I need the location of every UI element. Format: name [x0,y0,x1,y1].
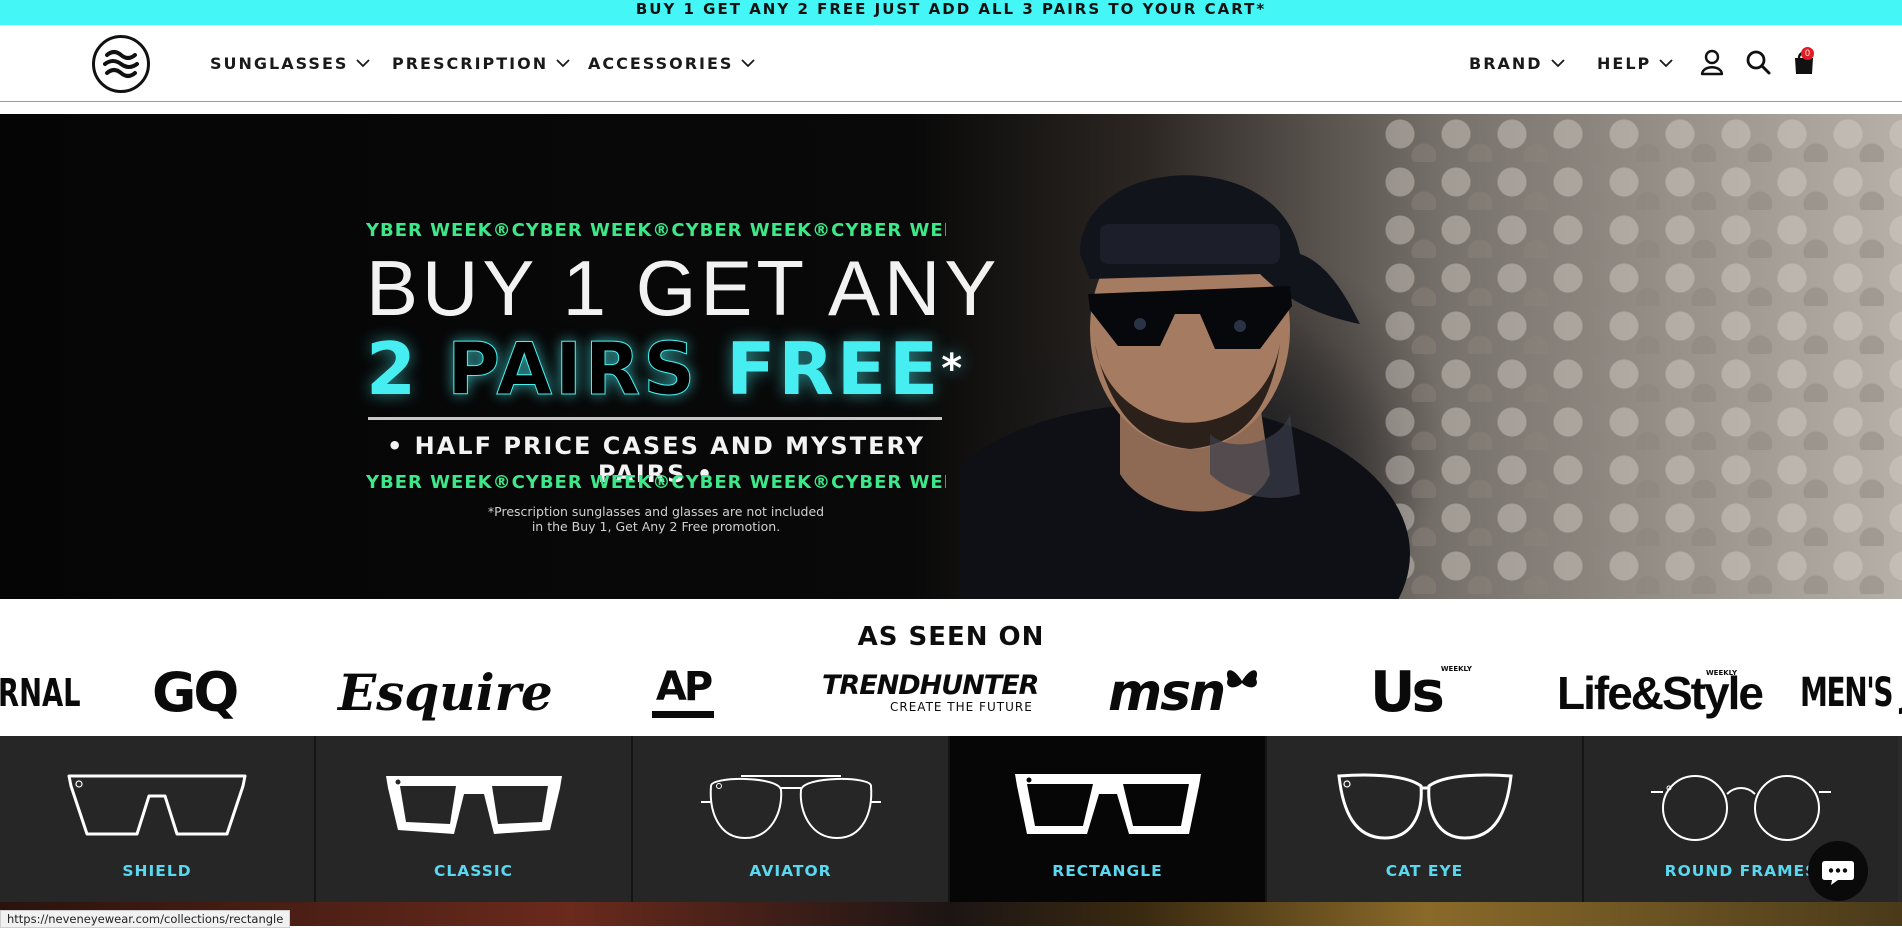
press-logo-esquire: Esquire [338,663,553,722]
press-logo-lifestyle: Life&Style WEEKLY [1557,665,1764,720]
butterfly-icon [1227,669,1258,687]
classic-glasses-icon [385,776,562,834]
hero-disclaimer: *Prescription sunglasses and glasses are… [366,504,946,534]
hero-disclaimer-line1: *Prescription sunglasses and glasses are… [487,504,825,519]
press-logo-us-text: Us [1370,660,1445,725]
hero-pairs: PAIRS [447,327,699,412]
category-label: SHIELD [122,862,192,880]
nav-sunglasses[interactable]: SUNGLASSES [210,52,371,74]
logo-waves-icon [103,50,139,78]
press-logo-msn-text: msn [1108,662,1226,723]
site-header: SUNGLASSES PRESCRIPTION ACCESSORIES BRAN… [0,25,1902,102]
press-logo-ap-bar [652,711,714,718]
category-tile-aviator[interactable]: AVIATOR [633,736,950,902]
cyber-week-marquee-top: YBER WEEK®CYBER WEEK®CYBER WEEK®CYBER WE… [366,220,946,241]
brand-logo[interactable] [92,35,150,93]
cart-count-badge: 0 [1801,47,1814,60]
nav-prescription-label: PRESCRIPTION [392,53,549,73]
hero-headline-line2: 2 PAIRS FREE* [366,324,965,414]
press-logo-us-weekly-tag: WEEKLY [1440,665,1472,673]
hero-free: FREE [726,327,942,411]
press-logo-trendhunter-text: TRENDHUNTER [822,669,1039,701]
cat-eye-glasses-icon [1336,773,1513,840]
account-icon[interactable] [1697,47,1727,77]
press-logo-mens-journal: MEN'S JO [1800,669,1902,716]
hero-divider [368,417,942,420]
chevron-down-icon [1659,58,1673,67]
press-logo-ap: AP [652,665,714,720]
nav-prescription[interactable]: PRESCRIPTION [392,52,570,74]
nav-accessories-label: ACCESSORIES [588,53,734,73]
category-label: RECTANGLE [1052,862,1163,880]
nav-brand-label: BRAND [1469,53,1543,73]
nav-help-label: HELP [1597,53,1652,73]
chevron-down-icon [1550,58,1565,67]
shield-glasses-icon [67,774,247,836]
nav-accessories[interactable]: ACCESSORIES [588,52,756,74]
hero-banner[interactable]: YBER WEEK®CYBER WEEK®CYBER WEEK®CYBER WE… [0,114,1902,599]
cyber-week-marquee-bottom: YBER WEEK®CYBER WEEK®CYBER WEEK®CYBER WE… [366,472,946,493]
press-logo-ap-text: AP [655,664,713,710]
search-icon[interactable] [1743,47,1773,77]
rectangle-glasses-icon [1014,774,1201,834]
nav-sunglasses-label: SUNGLASSES [210,53,349,73]
announcement-text: BUY 1 GET ANY 2 FREE JUST ADD ALL 3 PAIR… [635,0,1267,18]
category-label: AVIATOR [749,862,832,880]
press-logo-trendhunter: TRENDHUNTER CREATE THE FUTURE [822,665,1039,720]
aviator-glasses-icon [700,775,881,840]
chevron-down-icon [741,58,756,67]
nav-brand[interactable]: BRAND [1469,52,1565,74]
category-tile-shield[interactable]: SHIELD [0,736,316,902]
press-logo-gq: GQ [152,661,239,724]
hero-asterisk: * [941,346,966,392]
round-frames-glasses-icon [1651,775,1831,841]
frame-category-strip: SHIELD CLASSIC AVIATOR RECTANGLE CAT EYE… [0,736,1902,902]
press-logo-us-weekly: Us WEEKLY [1370,660,1472,725]
nav-help[interactable]: HELP [1597,52,1673,74]
category-label: CAT EYE [1385,862,1464,880]
status-bar-url: https://neveneyewear.com/collections/rec… [0,910,291,928]
press-logo-lifestyle-weekly-tag: WEEKLY [1705,669,1738,677]
hero-headline-line1: BUY 1 GET ANY [366,244,1001,332]
press-logo-trendhunter-tagline: CREATE THE FUTURE [890,699,1033,714]
category-tile-cat-eye[interactable]: CAT EYE [1267,736,1584,902]
category-tile-classic[interactable]: CLASSIC [316,736,633,902]
category-label: CLASSIC [433,862,514,880]
announcement-bar[interactable]: BUY 1 GET ANY 2 FREE JUST ADD ALL 3 PAIR… [0,0,1902,25]
model-photo [960,175,1410,599]
chevron-down-icon [556,58,570,67]
press-logo-wsj: RNAL [0,670,81,715]
chevron-down-icon [356,58,371,67]
chat-bubble-icon [1822,861,1854,885]
hero-number: 2 [366,327,420,411]
press-logo-msn: msn [1108,662,1260,723]
as-seen-on-title: AS SEEN ON [857,622,1045,652]
category-tile-rectangle[interactable]: RECTANGLE [950,736,1267,902]
chat-widget-button[interactable] [1808,841,1868,901]
hero-disclaimer-line2: in the Buy 1, Get Any 2 Free promotion. [531,519,781,534]
